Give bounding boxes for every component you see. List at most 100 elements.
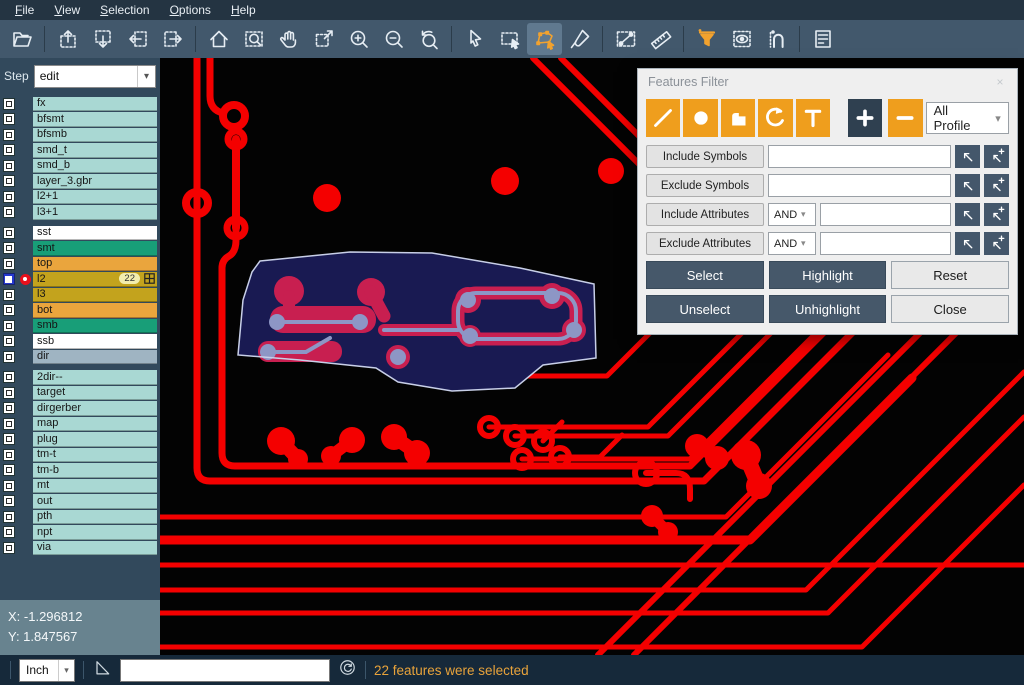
layer-row[interactable]: 2dir-- — [0, 370, 160, 386]
layer-name[interactable]: map — [33, 417, 157, 432]
layer-row[interactable]: npt — [0, 525, 160, 541]
layer-row[interactable]: ssb — [0, 334, 160, 350]
pan-down-icon[interactable] — [85, 23, 120, 55]
measure-distance-icon[interactable] — [608, 23, 643, 55]
form-editor-icon[interactable] — [805, 23, 840, 55]
layer-name[interactable]: smb — [33, 319, 157, 334]
line-feature-icon[interactable] — [646, 99, 680, 137]
layer-checkbox[interactable] — [3, 113, 15, 125]
layer-row[interactable]: l222 — [0, 272, 160, 288]
grid-icon[interactable] — [144, 273, 155, 284]
layer-row[interactable]: dir — [0, 349, 160, 365]
layer-name[interactable]: dirgerber — [33, 401, 157, 416]
remove-mode-icon[interactable] — [888, 99, 922, 137]
layer-row[interactable]: fx — [0, 96, 160, 112]
layer-name[interactable]: top — [33, 257, 157, 272]
layer-checkbox[interactable] — [3, 227, 15, 239]
menu-view[interactable]: View — [45, 1, 89, 19]
layer-row[interactable]: l3+1 — [0, 205, 160, 221]
layer-row[interactable]: bot — [0, 303, 160, 319]
layer-name[interactable]: out — [33, 494, 157, 509]
layer-row[interactable]: layer_3.gbr — [0, 174, 160, 190]
layer-name[interactable]: tm-b — [33, 463, 157, 478]
dialog-titlebar[interactable]: Features Filter × — [638, 69, 1017, 95]
layer-name[interactable]: smt — [33, 241, 157, 256]
layer-checkbox[interactable] — [3, 402, 15, 414]
include-attributes-button[interactable]: Include Attributes — [646, 203, 764, 226]
sync-icon[interactable] — [338, 658, 357, 682]
layer-name[interactable]: dir — [33, 350, 157, 365]
pick-arrow-icon[interactable] — [955, 174, 980, 197]
layer-checkbox[interactable] — [3, 371, 15, 383]
layer-checkbox[interactable] — [3, 526, 15, 538]
zoom-out-icon[interactable] — [376, 23, 411, 55]
pick-arrow-icon[interactable] — [955, 232, 980, 255]
unhighlight-button[interactable]: Unhighlight — [769, 295, 887, 323]
layer-name[interactable]: bfsmb — [33, 128, 157, 143]
zoom-object-icon[interactable] — [306, 23, 341, 55]
arc-feature-icon[interactable] — [758, 99, 792, 137]
layer-checkbox[interactable] — [3, 511, 15, 523]
layer-name[interactable]: npt — [33, 525, 157, 540]
pan-up-icon[interactable] — [50, 23, 85, 55]
home-view-icon[interactable] — [201, 23, 236, 55]
layer-name[interactable]: pth — [33, 510, 157, 525]
select-button[interactable]: Select — [646, 261, 764, 289]
pick-arrow-add-icon[interactable] — [984, 174, 1009, 197]
layer-checkbox[interactable] — [3, 351, 15, 363]
layer-row[interactable]: smd_b — [0, 158, 160, 174]
layer-checkbox[interactable] — [3, 191, 15, 203]
layer-row[interactable]: top — [0, 256, 160, 272]
reset-button[interactable]: Reset — [891, 261, 1009, 289]
pick-arrow-add-icon[interactable] — [984, 232, 1009, 255]
layer-name[interactable]: plug — [33, 432, 157, 447]
layer-name[interactable]: smd_t — [33, 143, 157, 158]
rect-select-icon[interactable] — [492, 23, 527, 55]
pick-arrow-add-icon[interactable] — [984, 145, 1009, 168]
polygon-select-icon[interactable] — [527, 23, 562, 55]
layer-name[interactable]: l2+1 — [33, 190, 157, 205]
pan-hand-icon[interactable] — [271, 23, 306, 55]
layer-row[interactable]: pth — [0, 509, 160, 525]
layer-checkbox[interactable] — [3, 449, 15, 461]
add-mode-icon[interactable] — [848, 99, 882, 137]
layer-row[interactable]: via — [0, 540, 160, 556]
unit-select[interactable]: Inch ▾ — [19, 659, 75, 682]
include-attributes-and-select[interactable]: AND ▾ — [768, 203, 816, 226]
layer-row[interactable]: l2+1 — [0, 189, 160, 205]
layer-name[interactable]: smd_b — [33, 159, 157, 174]
layer-checkbox[interactable] — [3, 206, 15, 218]
layer-row[interactable]: map — [0, 416, 160, 432]
menu-options[interactable]: Options — [161, 1, 220, 19]
layer-checkbox[interactable] — [3, 464, 15, 476]
features-filter-icon[interactable] — [689, 23, 724, 55]
open-file-icon[interactable] — [4, 23, 39, 55]
layer-name[interactable]: 2dir-- — [33, 370, 157, 385]
layer-row[interactable]: target — [0, 385, 160, 401]
clean-brush-icon[interactable] — [562, 23, 597, 55]
ruler-icon[interactable] — [643, 23, 678, 55]
layer-checkbox[interactable] — [3, 387, 15, 399]
text-feature-icon[interactable] — [796, 99, 830, 137]
layer-checkbox[interactable] — [3, 418, 15, 430]
surface-feature-icon[interactable] — [721, 99, 755, 137]
close-button[interactable]: Close — [891, 295, 1009, 323]
layer-row[interactable]: smt — [0, 241, 160, 257]
layer-row[interactable]: l3 — [0, 287, 160, 303]
select-arrow-icon[interactable] — [457, 23, 492, 55]
corner-ruler-icon[interactable] — [92, 658, 112, 683]
exclude-attributes-and-select[interactable]: AND ▾ — [768, 232, 816, 255]
chevron-down-icon[interactable]: ▾ — [137, 66, 155, 87]
layer-name[interactable]: target — [33, 386, 157, 401]
include-symbols-button[interactable]: Include Symbols — [646, 145, 764, 168]
layer-name[interactable]: via — [33, 541, 157, 556]
layer-row[interactable]: dirgerber — [0, 401, 160, 417]
layer-name[interactable]: l3 — [33, 288, 157, 303]
layer-checkbox[interactable] — [3, 129, 15, 141]
include-attributes-input[interactable] — [820, 203, 951, 226]
exclude-symbols-input[interactable] — [768, 174, 951, 197]
layer-name[interactable]: bot — [33, 303, 157, 318]
command-input[interactable] — [120, 659, 330, 682]
layer-checkbox[interactable] — [3, 144, 15, 156]
layer-name[interactable]: l222 — [33, 272, 157, 287]
